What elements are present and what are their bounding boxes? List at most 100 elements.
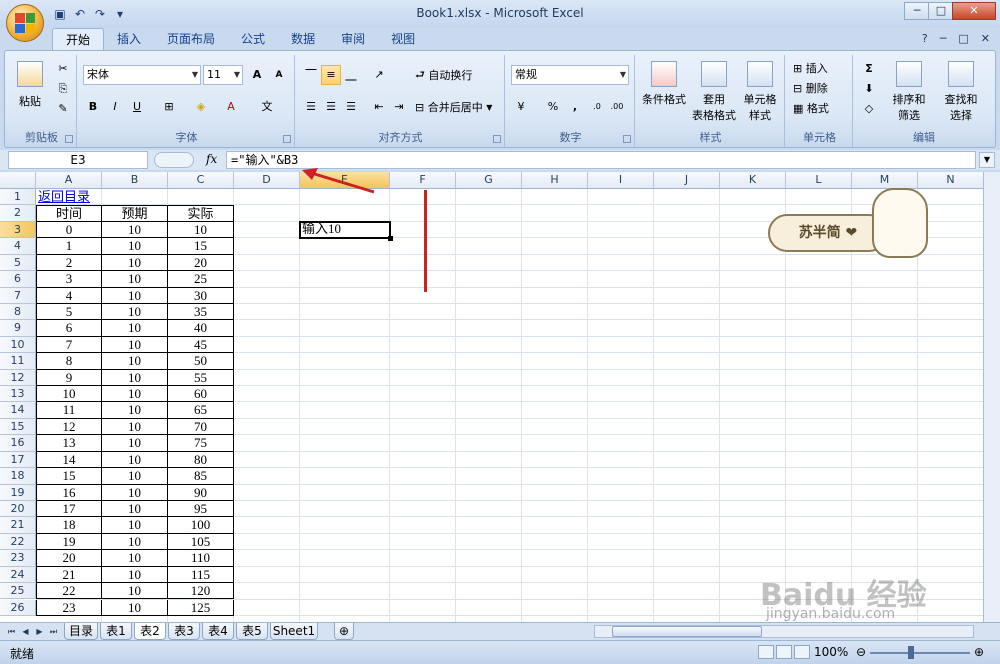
zoom-slider[interactable] [870, 652, 970, 654]
row-header[interactable]: 7 [0, 287, 36, 304]
row-header[interactable]: 26 [0, 599, 36, 616]
table-cell[interactable]: 10 [102, 418, 168, 436]
help-icon[interactable]: ? [922, 32, 928, 45]
prev-sheet-icon[interactable]: ◀ [20, 625, 31, 638]
table-cell[interactable]: 10 [102, 550, 168, 567]
zoom-level[interactable]: 100% [814, 645, 848, 659]
alignment-launcher-icon[interactable] [493, 135, 501, 143]
align-right-icon[interactable]: ☰ [341, 97, 361, 117]
table-cell[interactable]: 60 [168, 386, 234, 403]
tab-review[interactable]: 审阅 [328, 28, 378, 50]
zoom-out-icon[interactable]: ⊖ [856, 645, 866, 659]
row-header[interactable]: 21 [0, 517, 36, 534]
table-cell[interactable]: 10 [102, 353, 168, 370]
table-cell[interactable]: 10 [102, 435, 168, 452]
row-header[interactable]: 11 [0, 353, 36, 370]
tab-formulas[interactable]: 公式 [228, 28, 278, 50]
increase-decimal-icon[interactable]: .0 [587, 97, 607, 117]
table-cell[interactable]: 10 [102, 566, 168, 584]
format-cells-button[interactable]: ▦ 格式 [793, 99, 829, 117]
decrease-indent-icon[interactable]: ⇤ [369, 97, 389, 117]
row-header[interactable]: 22 [0, 533, 36, 551]
column-header-c[interactable]: C [168, 172, 234, 189]
table-cell[interactable]: 25 [168, 271, 234, 288]
align-left-icon[interactable]: ☰ [301, 97, 321, 117]
last-sheet-icon[interactable]: ⏭ [48, 625, 59, 638]
accounting-icon[interactable]: ¥ [511, 97, 531, 117]
cut-icon[interactable]: ✂ [53, 59, 73, 79]
table-cell[interactable]: 10 [102, 468, 168, 485]
next-sheet-icon[interactable]: ▶ [34, 625, 45, 638]
column-header-b[interactable]: B [102, 172, 168, 189]
column-header-f[interactable]: F [390, 172, 456, 189]
sheet-tab[interactable]: Sheet1 [270, 623, 318, 640]
find-select-button[interactable]: 查找和 选择 [937, 61, 985, 123]
insert-function-icon[interactable]: fx [206, 152, 217, 166]
orientation-icon[interactable]: ↗ [369, 65, 389, 85]
shrink-font-icon[interactable]: A [269, 65, 289, 85]
format-painter-icon[interactable]: ✎ [53, 99, 73, 119]
table-cell[interactable]: 115 [168, 566, 234, 584]
table-cell[interactable]: 110 [168, 550, 234, 567]
table-cell[interactable]: 18 [36, 517, 102, 534]
table-cell[interactable]: 10 [102, 254, 168, 272]
italic-icon[interactable]: I [105, 97, 125, 117]
table-cell[interactable]: 4 [36, 287, 102, 304]
active-cell-e3[interactable]: 输入10 [299, 220, 391, 240]
autosum-icon[interactable]: Σ [859, 59, 879, 79]
horizontal-scroll-thumb[interactable] [612, 626, 762, 637]
table-cell[interactable]: 9 [36, 369, 102, 387]
table-cell[interactable]: 10 [102, 599, 168, 616]
table-cell[interactable]: 7 [36, 336, 102, 354]
align-top-icon[interactable]: ⎺ [301, 65, 321, 85]
row-header[interactable]: 4 [0, 238, 36, 255]
table-cell[interactable]: 8 [36, 353, 102, 370]
underline-icon[interactable]: U [127, 97, 147, 117]
table-cell[interactable]: 65 [168, 402, 234, 419]
table-cell[interactable]: 55 [168, 369, 234, 387]
table-header-cell[interactable]: 时间 [36, 205, 102, 222]
row-header[interactable]: 10 [0, 336, 36, 354]
fill-handle[interactable] [388, 236, 393, 242]
column-header-m[interactable]: M [852, 172, 918, 189]
table-cell[interactable]: 45 [168, 336, 234, 354]
column-header-h[interactable]: H [522, 172, 588, 189]
row-header[interactable]: 15 [0, 418, 36, 436]
name-box[interactable]: E3 [8, 151, 148, 169]
column-header-d[interactable]: D [234, 172, 300, 189]
table-cell[interactable]: 120 [168, 583, 234, 600]
comma-button[interactable]: , [565, 97, 585, 117]
table-cell[interactable]: 22 [36, 583, 102, 600]
format-as-table-button[interactable]: 套用 表格格式 [689, 61, 739, 123]
table-cell[interactable]: 6 [36, 320, 102, 337]
align-center-icon[interactable]: ☰ [321, 97, 341, 117]
link-cell-back-to-index[interactable]: 返回目录 [36, 189, 132, 205]
row-header[interactable]: 5 [0, 254, 36, 272]
select-all-corner[interactable] [0, 172, 36, 189]
tab-data[interactable]: 数据 [278, 28, 328, 50]
table-cell[interactable]: 14 [36, 451, 102, 469]
insert-cells-button[interactable]: ⊞ 插入 [793, 59, 828, 77]
table-cell[interactable]: 10 [102, 336, 168, 354]
row-header[interactable]: 8 [0, 303, 36, 321]
table-header-cell[interactable]: 实际 [168, 205, 234, 222]
font-color-icon[interactable]: A [221, 97, 241, 117]
row-header[interactable]: 20 [0, 500, 36, 518]
table-cell[interactable]: 35 [168, 303, 234, 321]
table-cell[interactable]: 5 [36, 303, 102, 321]
table-cell[interactable]: 1 [36, 238, 102, 255]
cell-styles-button[interactable]: 单元格 样式 [737, 61, 783, 123]
wrap-text-button[interactable]: ⮐ 自动换行 [415, 65, 472, 85]
table-cell[interactable]: 90 [168, 484, 234, 501]
table-cell[interactable]: 10 [168, 221, 234, 239]
row-header[interactable]: 24 [0, 566, 36, 584]
table-cell[interactable]: 11 [36, 402, 102, 419]
table-cell[interactable]: 20 [36, 550, 102, 567]
sheet-tab[interactable]: 表4 [202, 623, 234, 640]
page-layout-view-icon[interactable] [776, 645, 792, 659]
page-break-view-icon[interactable] [794, 645, 810, 659]
font-launcher-icon[interactable] [283, 135, 291, 143]
sheet-tab[interactable]: 目录 [64, 623, 98, 640]
table-cell[interactable]: 10 [102, 369, 168, 387]
sheet-tab[interactable]: 表2 [134, 623, 166, 640]
